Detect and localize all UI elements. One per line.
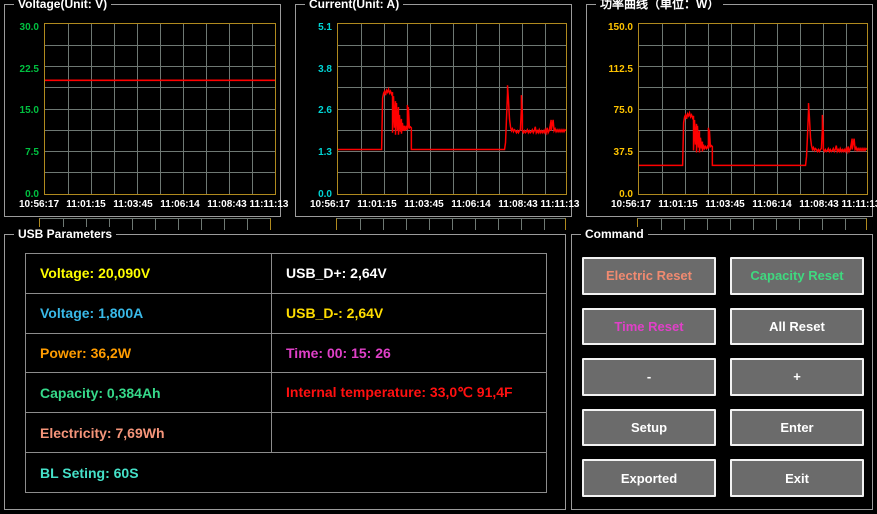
usb-time-value: Time: 00: 15: 26 xyxy=(286,345,391,362)
y-tick: 112.5 xyxy=(608,64,633,75)
y-tick: 5.1 xyxy=(318,22,332,33)
table-row: Electricity: 7,69Wh xyxy=(26,413,546,454)
usb-power-value: Power: 36,2W xyxy=(26,333,272,373)
current-chart-area: 5.1 3.8 2.6 1.3 0.0 10:56:17 11:01:15 11… xyxy=(296,5,579,216)
table-row: Voltage: 20,090V USB_D+: 2,64V xyxy=(26,254,546,294)
y-tick: 3.8 xyxy=(318,64,332,75)
x-tick: 10:56:17 xyxy=(18,199,60,210)
x-tick: 10:56:17 xyxy=(309,199,351,210)
capacity-reset-button[interactable]: Capacity Reset xyxy=(730,257,864,295)
enter-button[interactable]: Enter xyxy=(730,408,864,447)
y-tick: 15.0 xyxy=(19,105,39,116)
clipped-chart-row xyxy=(0,216,877,230)
x-tick: 11:08:43 xyxy=(799,199,839,210)
x-tick: 11:03:45 xyxy=(404,199,444,210)
usb-parameters-title: USB Parameters xyxy=(14,227,117,241)
exported-button[interactable]: Exported xyxy=(582,459,716,497)
x-tick: 11:06:14 xyxy=(160,199,200,210)
x-tick: 10:56:17 xyxy=(610,199,652,210)
power-x-axis-labels: 10:56:17 11:01:15 11:03:45 11:06:14 11:0… xyxy=(587,199,877,213)
x-tick: 11:01:15 xyxy=(66,199,106,210)
usb-empty-cell xyxy=(272,413,546,452)
usb-bl-setting-value: BL Seting: 60S xyxy=(40,464,139,481)
usb-dplus-value: USB_D+: 2,64V xyxy=(286,265,387,282)
usb-meter-application: Voltage(Unit: V) 30.0 22.5 15.0 7.5 0.0 xyxy=(0,0,877,514)
current-x-axis-labels: 10:56:17 11:01:15 11:03:45 11:06:14 11:0… xyxy=(296,199,579,213)
current-chart-group: Current(Unit: A) 5.1 3.8 2.6 1.3 0.0 10:… xyxy=(295,0,579,217)
y-tick: 1.3 xyxy=(318,147,332,158)
y-tick: 7.5 xyxy=(25,147,39,158)
y-tick: 75.0 xyxy=(613,105,633,116)
increment-button[interactable]: + xyxy=(730,358,864,396)
usb-current-value: Voltage: 1,800A xyxy=(26,293,272,333)
usb-electricity-value: Electricity: 7,69Wh xyxy=(26,413,272,453)
x-tick: 11:08:43 xyxy=(498,199,538,210)
x-tick: 11:11:13 xyxy=(540,199,580,210)
all-reset-button[interactable]: All Reset xyxy=(730,307,864,346)
voltage-chart-area: 30.0 22.5 15.0 7.5 0.0 10:56:17 11:01:15… xyxy=(5,5,288,216)
power-chart-group: 功率曲线（单位：W） 150.0 112.5 75.0 37.5 0.0 10:… xyxy=(586,0,877,217)
y-tick: 150.0 xyxy=(607,22,633,33)
y-tick: 37.5 xyxy=(613,147,633,158)
decrement-button[interactable]: - xyxy=(582,358,716,396)
x-tick: 11:06:14 xyxy=(752,199,792,210)
setup-button[interactable]: Setup xyxy=(582,408,716,447)
x-tick: 11:03:45 xyxy=(705,199,745,210)
x-tick: 11:08:43 xyxy=(207,199,247,210)
voltage-y-axis-labels: 30.0 22.5 15.0 7.5 0.0 xyxy=(5,5,39,200)
command-button-grid: Electric Reset Capacity Reset Time Reset… xyxy=(582,257,864,497)
usb-parameters-table: Voltage: 20,090V USB_D+: 2,64V Voltage: … xyxy=(25,253,547,493)
x-tick: 11:11:13 xyxy=(249,199,289,210)
usb-capacity-value: Capacity: 0,384Ah xyxy=(26,373,272,413)
time-reset-button[interactable]: Time Reset xyxy=(582,307,716,346)
usb-internal-temperature-value: Internal temperature: 33,0℃ 91,4F xyxy=(286,384,513,401)
y-tick: 30.0 xyxy=(19,22,39,33)
current-y-axis-labels: 5.1 3.8 2.6 1.3 0.0 xyxy=(296,5,332,200)
electric-reset-button[interactable]: Electric Reset xyxy=(582,257,716,295)
voltage-x-axis-labels: 10:56:17 11:01:15 11:03:45 11:06:14 11:0… xyxy=(5,199,288,213)
usb-parameters-group: USB Parameters Voltage: 20,090V USB_D+: … xyxy=(4,227,566,510)
voltage-plot-area xyxy=(44,23,276,195)
table-row: Capacity: 0,384Ah Internal temperature: … xyxy=(26,373,546,414)
command-group: Command Electric Reset Capacity Reset Ti… xyxy=(571,227,873,510)
current-trace xyxy=(338,85,566,151)
exit-button[interactable]: Exit xyxy=(730,459,864,497)
y-tick: 2.6 xyxy=(318,105,332,116)
usb-empty-cell-2 xyxy=(272,453,546,492)
x-tick: 11:01:15 xyxy=(357,199,397,210)
command-title: Command xyxy=(581,227,648,241)
y-tick: 22.5 xyxy=(19,64,39,75)
table-row: BL Seting: 60S xyxy=(26,453,546,492)
x-tick: 11:01:15 xyxy=(658,199,698,210)
current-plot-area xyxy=(337,23,567,195)
power-y-axis-labels: 150.0 112.5 75.0 37.5 0.0 xyxy=(587,5,633,200)
x-tick: 11:03:45 xyxy=(113,199,153,210)
usb-voltage-value: Voltage: 20,090V xyxy=(26,254,272,293)
voltage-trace xyxy=(45,79,275,82)
power-trace xyxy=(639,103,867,167)
power-plot-area xyxy=(638,23,868,195)
table-row: Power: 36,2W Time: 00: 15: 26 xyxy=(26,333,546,374)
usb-dminus-value: USB_D-: 2,64V xyxy=(286,305,384,322)
x-tick: 11:06:14 xyxy=(451,199,491,210)
x-tick: 11:11:13 xyxy=(841,199,877,210)
voltage-chart-group: Voltage(Unit: V) 30.0 22.5 15.0 7.5 0.0 xyxy=(4,0,288,217)
power-chart-area: 150.0 112.5 75.0 37.5 0.0 10:56:17 11:01… xyxy=(587,5,877,216)
table-row: Voltage: 1,800A USB_D-: 2,64V xyxy=(26,293,546,334)
